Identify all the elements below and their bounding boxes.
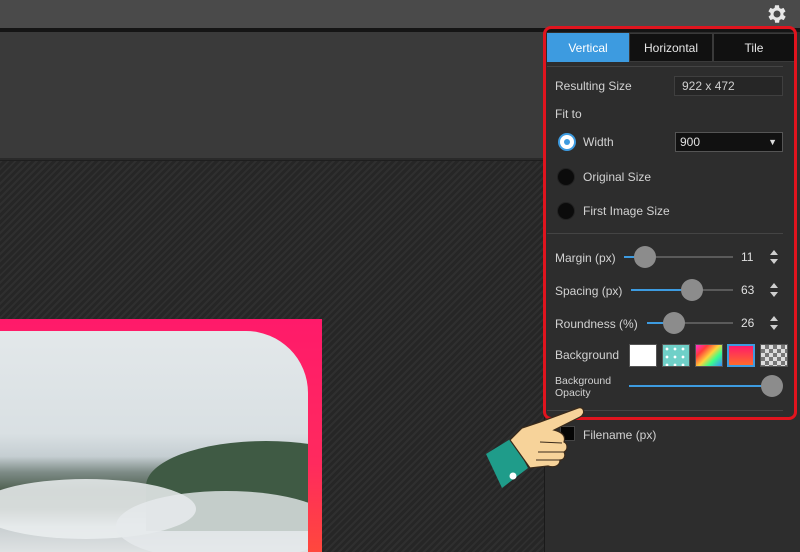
divider [547,66,783,67]
spacing-label: Spacing (px) [555,284,623,298]
tab-horizontal[interactable]: Horizontal [629,33,713,62]
background-swatch-teal-dots[interactable] [662,344,690,367]
resulting-size-label: Resulting Size [555,79,632,93]
roundness-stepper[interactable] [770,315,780,331]
collage-preview-frame[interactable] [0,319,322,552]
margin-label: Margin (px) [555,251,616,265]
top-bar [0,0,800,28]
roundness-label: Roundness (%) [555,317,638,331]
background-opacity-slider[interactable] [629,385,777,387]
fit-width-label: Width [583,135,614,149]
fit-to-label: Fit to [555,107,582,121]
fit-first-image-size-label: First Image Size [583,204,670,218]
background-swatch-pink-gradient[interactable] [727,344,755,367]
preview-canvas [0,161,544,552]
chevron-down-icon[interactable] [770,259,778,264]
spacing-stepper[interactable] [770,282,780,298]
background-swatch-white[interactable] [629,344,657,367]
divider [547,233,783,234]
background-opacity-label: Background Opacity [555,375,612,399]
background-swatch-transparent[interactable] [760,344,788,367]
chevron-down-icon[interactable] [770,292,778,297]
fit-original-size-radio[interactable] [557,168,575,186]
pointing-hand-icon [486,407,585,488]
background-label: Background [555,348,620,362]
preview-photo [0,331,308,552]
filename-label: Filename (px) [583,428,657,442]
roundness-slider[interactable] [647,322,733,324]
gear-icon[interactable] [765,2,789,26]
chevron-up-icon[interactable] [770,316,778,321]
roundness-value[interactable]: 26 [741,316,754,330]
tab-vertical[interactable]: Vertical [547,33,629,62]
chevron-up-icon[interactable] [770,250,778,255]
margin-value[interactable]: 11 [741,250,753,264]
chevron-up-icon[interactable] [770,283,778,288]
canvas-header-area [0,32,544,160]
background-swatch-rainbow[interactable] [695,344,723,367]
fit-original-size-label: Original Size [583,170,652,184]
fit-width-radio[interactable] [558,133,576,151]
background-opacity-slider-fill [629,385,777,387]
width-select[interactable]: 900 ▼ [675,132,783,152]
margin-stepper[interactable] [770,249,780,265]
fit-first-image-size-radio[interactable] [557,202,575,220]
chevron-down-icon: ▼ [768,137,777,147]
layout-tabs: Vertical Horizontal Tile [547,33,795,62]
chevron-down-icon[interactable] [770,325,778,330]
resulting-size-field: 922 x 472 [674,76,783,96]
width-select-value: 900 [680,135,701,149]
background-opacity-slider-handle[interactable] [761,375,783,397]
margin-slider-handle[interactable] [634,246,656,268]
spacing-value[interactable]: 63 [741,283,754,297]
tab-tile[interactable]: Tile [713,33,795,62]
roundness-slider-handle[interactable] [663,312,685,334]
spacing-slider-handle[interactable] [681,279,703,301]
